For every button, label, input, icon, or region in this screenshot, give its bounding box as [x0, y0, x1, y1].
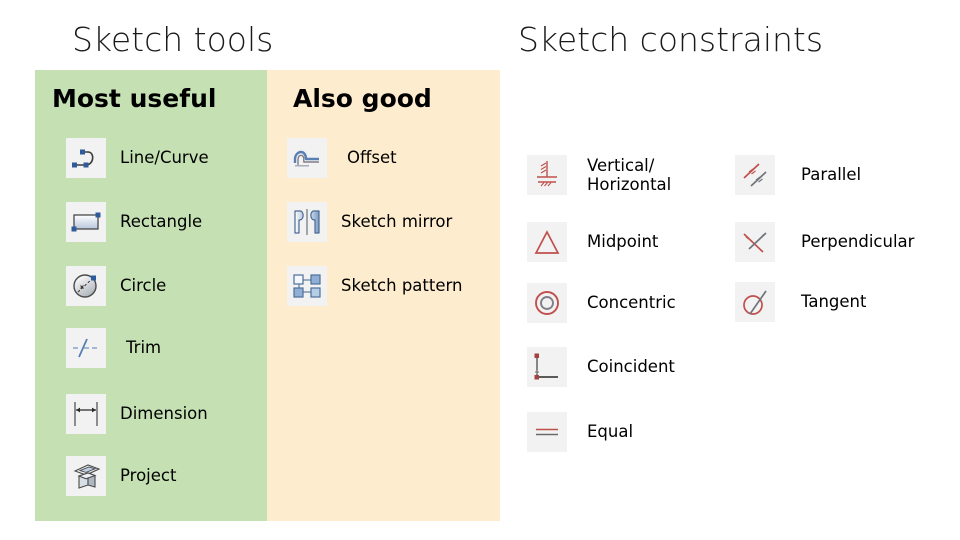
tool-item-offset[interactable]: Offset — [287, 138, 397, 178]
constraint-label: Vertical/ Horizontal — [587, 156, 672, 194]
line-curve-icon — [66, 138, 106, 178]
tool-label: Sketch mirror — [341, 212, 453, 231]
offset-icon — [287, 138, 327, 178]
tool-item-circle[interactable]: Circle — [66, 266, 166, 306]
trim-icon — [66, 328, 106, 368]
constraint-label: Tangent — [801, 292, 867, 311]
constraint-item-parallel[interactable]: Parallel — [735, 155, 861, 195]
tool-label: Offset — [347, 148, 397, 167]
sketch-tools-title: Sketch tools — [72, 20, 274, 59]
dimension-icon — [66, 394, 106, 434]
tool-label: Project — [120, 466, 177, 485]
also-good-heading: Also good — [293, 84, 432, 113]
midpoint-icon — [527, 222, 567, 262]
parallel-icon — [735, 155, 775, 195]
tool-label: Sketch pattern — [341, 276, 463, 295]
constraint-label: Midpoint — [587, 232, 659, 251]
tool-label: Rectangle — [120, 212, 203, 231]
tool-label: Trim — [126, 338, 162, 357]
tool-item-trim[interactable]: Trim — [66, 328, 161, 368]
tool-item-sketch-mirror[interactable]: Sketch mirror — [287, 202, 452, 242]
constraint-label: Perpendicular — [801, 232, 915, 251]
tool-item-sketch-pattern[interactable]: Sketch pattern — [287, 266, 462, 306]
constraint-label: Concentric — [587, 293, 676, 312]
sketch-constraints-title: Sketch constraints — [518, 20, 824, 59]
concentric-icon — [527, 283, 567, 323]
circle-icon — [66, 266, 106, 306]
tool-label: Dimension — [120, 404, 208, 423]
coincident-icon — [527, 347, 567, 387]
constraint-label: Equal — [587, 422, 634, 441]
sketch-mirror-icon — [287, 202, 327, 242]
constraint-label: Coincident — [587, 357, 675, 376]
tool-item-rectangle[interactable]: Rectangle — [66, 202, 202, 242]
tool-item-dimension[interactable]: Dimension — [66, 394, 208, 434]
rectangle-icon — [66, 202, 106, 242]
constraint-item-midpoint[interactable]: Midpoint — [527, 222, 658, 262]
sketch-pattern-icon — [287, 266, 327, 306]
perpendicular-icon — [735, 222, 775, 262]
constraint-item-vertical-horizontal[interactable]: Vertical/ Horizontal — [527, 155, 707, 195]
tool-item-line-curve[interactable]: Line/Curve — [66, 138, 209, 178]
tool-item-project[interactable]: Project — [66, 456, 176, 496]
constraint-item-coincident[interactable]: Coincident — [527, 347, 675, 387]
constraint-item-tangent[interactable]: Tangent — [735, 282, 866, 322]
tool-label: Line/Curve — [120, 148, 209, 167]
tangent-icon — [735, 282, 775, 322]
constraint-item-concentric[interactable]: Concentric — [527, 283, 676, 323]
constraint-label: Parallel — [801, 165, 862, 184]
tool-label: Circle — [120, 276, 167, 295]
vertical-horizontal-icon — [527, 155, 567, 195]
most-useful-heading: Most useful — [52, 84, 217, 113]
constraint-item-equal[interactable]: Equal — [527, 412, 633, 452]
constraint-item-perpendicular[interactable]: Perpendicular — [735, 222, 914, 262]
equal-icon — [527, 412, 567, 452]
project-icon — [66, 456, 106, 496]
